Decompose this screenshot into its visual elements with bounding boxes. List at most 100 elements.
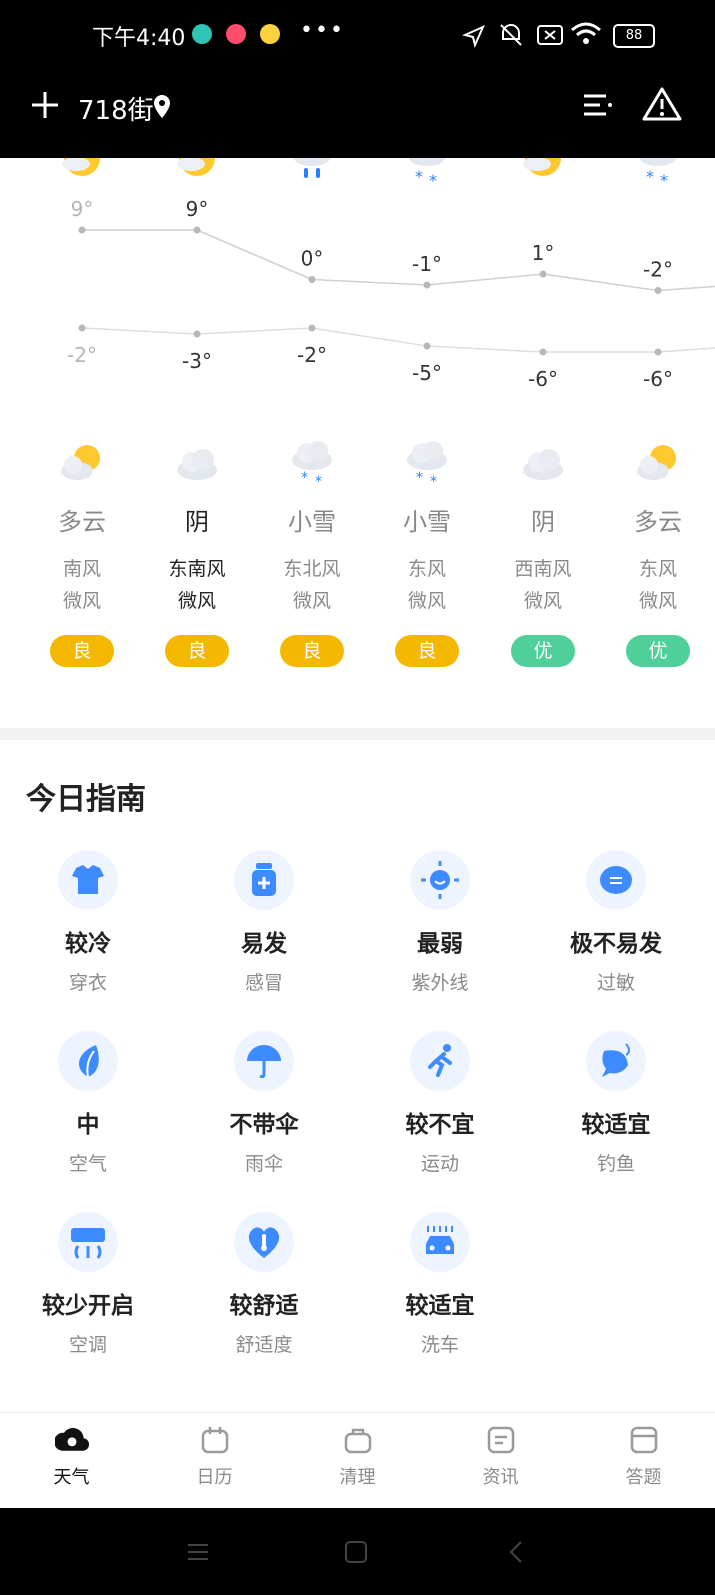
- high-temp-point: [308, 276, 316, 283]
- status-time: 下午4:40: [92, 26, 186, 51]
- guide-value: 易发: [241, 931, 287, 957]
- wind-info: 西南风 微风: [484, 553, 602, 617]
- add-city-icon[interactable]: [30, 90, 60, 120]
- forecast-day-column[interactable]: 多云 南风 微风 良: [23, 438, 141, 667]
- app-notification-icon: [192, 24, 212, 44]
- city-name[interactable]: 718街: [78, 90, 154, 127]
- cloudy-icon: [138, 438, 256, 492]
- alert-icon[interactable]: [642, 86, 682, 122]
- temperature-chart: * * * *9° 9°0° -1° 1°-2°-2° -3° -2°-5° -6° -6°: [62, 158, 715, 391]
- low-temp-label: -3°: [182, 349, 212, 373]
- condition-text: 多云: [634, 508, 682, 536]
- condition-text: 小雪: [403, 508, 451, 536]
- calendar-icon: [198, 1423, 232, 1457]
- guide-item[interactable]: 较少开启 空调: [0, 1212, 176, 1357]
- fish-icon: [586, 1031, 646, 1091]
- low-temp-point: [78, 324, 86, 332]
- wind-info: 东北风 微风: [253, 553, 371, 617]
- guide-item[interactable]: 不带伞 雨伞: [176, 1031, 352, 1176]
- running-icon: [410, 1031, 470, 1091]
- chart-top-weather-icon: [62, 158, 100, 176]
- guide-item[interactable]: 易发 感冒: [176, 850, 352, 995]
- guide-label: 穿衣: [68, 972, 107, 994]
- high-temp-label: 9°: [71, 197, 94, 221]
- high-temp-label: 9°: [186, 197, 209, 221]
- back-icon[interactable]: [508, 1540, 524, 1564]
- tab-quiz[interactable]: 答题: [572, 1423, 715, 1489]
- wind-direction: 东南风: [168, 558, 226, 580]
- tab-calendar[interactable]: 日历: [143, 1423, 286, 1489]
- low-temp-point: [539, 348, 547, 356]
- guide-label: 钓鱼: [596, 1153, 635, 1175]
- guide-title: 今日指南: [26, 782, 146, 817]
- svg-text:*: *: [429, 171, 437, 190]
- guide-item[interactable]: 中 空气: [0, 1031, 176, 1176]
- aqi-badge: 良: [280, 635, 344, 667]
- wifi-icon: [571, 22, 601, 44]
- weather-icon: [54, 1423, 89, 1457]
- low-temp-label: -5°: [412, 361, 442, 385]
- heart-thermometer-icon: [234, 1212, 294, 1272]
- high-temp-point: [539, 270, 547, 278]
- low-temp-point: [423, 342, 431, 350]
- leaf-icon: [58, 1031, 118, 1091]
- bottom-tab-bar: 天气 日历 清理 资讯 答题: [0, 1412, 715, 1509]
- partly-cloudy-icon: [599, 438, 715, 492]
- guide-item[interactable]: 较适宜 钓鱼: [528, 1031, 704, 1176]
- wind-level: 微风: [62, 590, 101, 612]
- high-temp-point: [78, 226, 86, 234]
- guide-item[interactable]: 较冷 穿衣: [0, 850, 176, 995]
- guide-item[interactable]: 较适宜 洗车: [352, 1212, 528, 1357]
- tab-label: 资讯: [482, 1467, 519, 1488]
- guide-label: 洗车: [420, 1334, 459, 1356]
- location-pin-icon: [154, 95, 170, 118]
- shirt-icon: [58, 850, 118, 910]
- guide-value: 中: [76, 1112, 100, 1138]
- chart-top-weather-icon: [294, 158, 330, 178]
- forecast-day-column[interactable]: * * 小雪 东北风 微风 良: [253, 438, 371, 667]
- forecast-day-column[interactable]: 阴 东南风 微风 良: [138, 438, 256, 667]
- high-temp-point: [423, 281, 431, 289]
- wind-info: 东风 微风: [368, 553, 486, 617]
- forecast-day-column[interactable]: 多云 东风 微风 优: [599, 438, 715, 667]
- mask-icon: [586, 850, 646, 910]
- menu-list-icon[interactable]: [580, 90, 614, 120]
- forecast-day-column[interactable]: * * 小雪 东风 微风 良: [368, 438, 486, 667]
- condition-text: 阴: [185, 508, 209, 536]
- system-nav-bar: [0, 1508, 715, 1595]
- guide-item[interactable]: 最弱 紫外线: [352, 850, 528, 995]
- air-conditioner-icon: [58, 1212, 118, 1272]
- tab-news[interactable]: 资讯: [429, 1423, 572, 1489]
- chart-top-weather-icon: * *: [409, 158, 445, 190]
- high-temp-label: 0°: [301, 247, 324, 271]
- low-temp-point: [308, 324, 316, 332]
- sun-uv-icon: [410, 850, 470, 910]
- guide-value: 较冷: [65, 931, 111, 957]
- guide-item[interactable]: 较不宜 运动: [352, 1031, 528, 1176]
- wind-level: 微风: [407, 590, 446, 612]
- wind-level: 微风: [638, 590, 677, 612]
- forecast-day-column[interactable]: 阴 西南风 微风 优: [484, 438, 602, 667]
- guide-label: 雨伞: [244, 1153, 283, 1175]
- tab-label: 日历: [196, 1467, 233, 1488]
- guide-item[interactable]: 极不易发 过敏: [528, 850, 704, 995]
- wind-direction: 东北风: [283, 558, 341, 580]
- svg-text:*: *: [315, 474, 322, 488]
- condition-text: 阴: [531, 508, 555, 536]
- low-temp-line: [81, 327, 715, 353]
- high-temp-label: -1°: [412, 252, 442, 276]
- tab-weather[interactable]: 天气: [0, 1423, 143, 1489]
- chart-top-weather-icon: [523, 158, 561, 176]
- high-temp-point: [193, 226, 201, 234]
- guide-item[interactable]: 较舒适 舒适度: [176, 1212, 352, 1357]
- svg-text:*: *: [430, 474, 437, 488]
- wind-info: 南风 微风: [23, 553, 141, 617]
- aqi-badge: 良: [50, 635, 114, 667]
- aqi-badge: 优: [626, 635, 690, 667]
- home-icon[interactable]: [344, 1540, 368, 1564]
- condition-text: 多云: [58, 508, 106, 536]
- tab-clean[interactable]: 清理: [286, 1423, 429, 1489]
- wind-direction: 南风: [62, 558, 101, 580]
- svg-text:*: *: [646, 167, 654, 186]
- recent-apps-icon[interactable]: [186, 1542, 210, 1562]
